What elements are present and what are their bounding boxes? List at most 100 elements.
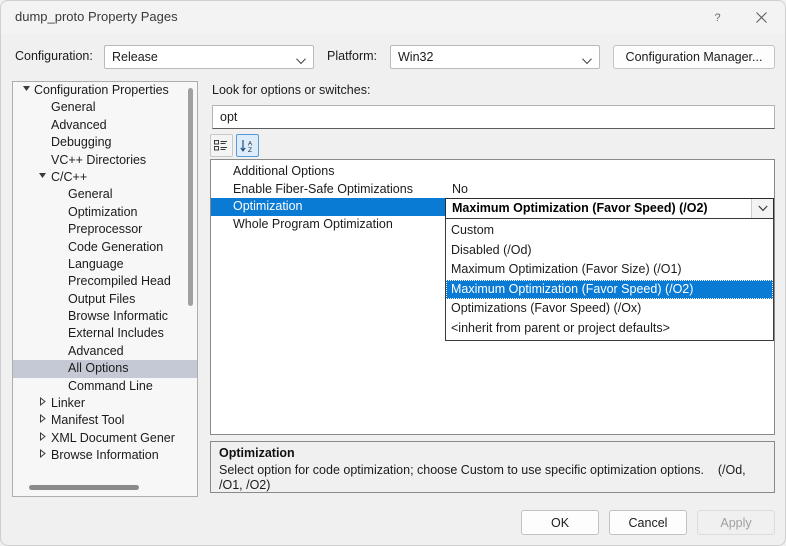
description-panel: Optimization Select option for code opti… [210,441,775,493]
dropdown-option[interactable]: Custom [446,221,773,241]
ok-button-label: OK [551,516,569,530]
cancel-button-label: Cancel [629,516,668,530]
dropdown-option[interactable]: Optimizations (Favor Speed) (/Ox) [446,299,773,319]
tree-item[interactable]: All Options [13,360,197,377]
chevron-down-icon [582,54,592,68]
property-value[interactable]: No [446,181,468,199]
tree-item[interactable]: Manifest Tool [13,412,197,429]
property-grid-toolbar: A Z [210,134,260,158]
tree-item-label: Preprocessor [13,221,197,238]
configuration-manager-button[interactable]: Configuration Manager... [613,45,775,69]
tree-item[interactable]: VC++ Directories [13,152,197,169]
tree-item-label: External Includes [13,325,197,342]
optimization-dropdown-list[interactable]: CustomDisabled (/Od)Maximum Optimization… [445,218,774,341]
chevron-right-icon[interactable] [35,447,49,464]
tree-item[interactable]: Linker [13,395,197,412]
svg-text:?: ? [714,12,720,24]
tree-item-label: Precompiled Head [13,273,197,290]
tree-vertical-scrollbar[interactable] [187,88,194,464]
properties-tree-panel: Configuration PropertiesGeneralAdvancedD… [12,81,198,497]
description-body: Select option for code optimization; cho… [219,463,767,493]
platform-select[interactable]: Win32 [390,45,600,69]
tree-horizontal-scrollbar-thumb[interactable] [29,485,139,490]
chevron-right-icon[interactable] [35,430,49,447]
help-button[interactable]: ? [695,1,739,33]
property-row[interactable]: Additional Options [211,163,774,181]
alphabetical-sort-button[interactable]: A Z [236,134,259,157]
window-title: dump_proto Property Pages [15,9,178,24]
description-title: Optimization [219,446,295,460]
ok-button[interactable]: OK [521,510,599,535]
tree-item[interactable]: Code Generation [13,239,197,256]
tree-item[interactable]: Output Files [13,291,197,308]
search-input-value: opt [220,110,237,124]
tree-item-label: Language [13,256,197,273]
configuration-manager-label: Configuration Manager... [626,50,763,64]
platform-label: Platform: [327,49,377,63]
tree-item[interactable]: Command Line [13,378,197,395]
tree-item-label: VC++ Directories [13,152,197,169]
chevron-right-icon[interactable] [35,395,49,412]
properties-tree[interactable]: Configuration PropertiesGeneralAdvancedD… [13,82,197,480]
tree-item-label: General [13,186,197,203]
tree-item[interactable]: Browse Informatic [13,308,197,325]
tree-item[interactable]: External Includes [13,325,197,342]
configuration-value: Release [112,50,158,64]
tree-item-label: All Options [13,360,197,377]
tree-horizontal-scrollbar[interactable] [21,484,189,491]
apply-button: Apply [697,510,775,535]
tree-item[interactable]: Language [13,256,197,273]
tree-item[interactable]: C/C++ [13,169,197,186]
optimization-value-text: Maximum Optimization (Favor Speed) (/O2) [452,201,708,215]
tree-item[interactable]: Configuration Properties [13,82,197,99]
tree-item[interactable]: XML Document Gener [13,430,197,447]
tree-item[interactable]: Advanced [13,117,197,134]
search-input[interactable]: opt [212,105,775,129]
tree-item[interactable]: Browse Information [13,447,197,464]
chevron-right-icon[interactable] [35,412,49,429]
close-icon [756,12,767,23]
categorized-view-button[interactable] [210,134,233,157]
platform-value: Win32 [398,50,433,64]
property-row[interactable]: Enable Fiber-Safe OptimizationsNo [211,181,774,199]
property-name: Additional Options [211,163,446,181]
dropdown-option[interactable]: <inherit from parent or project defaults… [446,319,773,339]
chevron-down-icon[interactable] [19,82,33,99]
tree-item-label: General [13,99,197,116]
property-name: Whole Program Optimization [211,216,446,234]
tree-item[interactable]: Advanced [13,343,197,360]
tree-item-label: Optimization [13,204,197,221]
tree-item[interactable]: Debugging [13,134,197,151]
property-name: Enable Fiber-Safe Optimizations [211,181,446,199]
configuration-select[interactable]: Release [104,45,314,69]
close-button[interactable] [739,1,783,33]
tree-item[interactable]: General [13,186,197,203]
alphabetical-sort-icon: A Z [240,139,255,153]
property-grid[interactable]: Additional OptionsEnable Fiber-Safe Opti… [210,159,775,435]
tree-vertical-scrollbar-thumb[interactable] [188,88,193,306]
dropdown-option[interactable]: Maximum Optimization (Favor Size) (/O1) [446,260,773,280]
dropdown-option[interactable]: Disabled (/Od) [446,241,773,261]
categorized-view-icon [214,139,229,152]
svg-text:Z: Z [248,147,252,153]
tree-item[interactable]: Optimization [13,204,197,221]
cancel-button[interactable]: Cancel [609,510,687,535]
question-mark-icon: ? [711,11,724,24]
tree-item-label: Configuration Properties [13,82,197,99]
tree-item[interactable]: Precompiled Head [13,273,197,290]
configuration-label: Configuration: [15,49,93,63]
tree-item[interactable]: General [13,99,197,116]
property-name: Optimization [211,198,446,216]
optimization-value-editor[interactable]: Maximum Optimization (Favor Speed) (/O2) [445,198,774,219]
title-bar: dump_proto Property Pages ? [1,1,785,34]
tree-item-label: Code Generation [13,239,197,256]
tree-item[interactable]: Preprocessor [13,221,197,238]
apply-button-label: Apply [720,516,751,530]
dropdown-option[interactable]: Maximum Optimization (Favor Speed) (/O2) [446,280,773,300]
tree-item-label: Advanced [13,343,197,360]
property-pages-dialog: dump_proto Property Pages ? Configuratio… [0,0,786,546]
chevron-down-icon[interactable] [35,169,49,186]
tree-item-label: Command Line [13,378,197,395]
property-value[interactable] [446,163,452,181]
optimization-dropdown-button[interactable] [751,199,773,218]
